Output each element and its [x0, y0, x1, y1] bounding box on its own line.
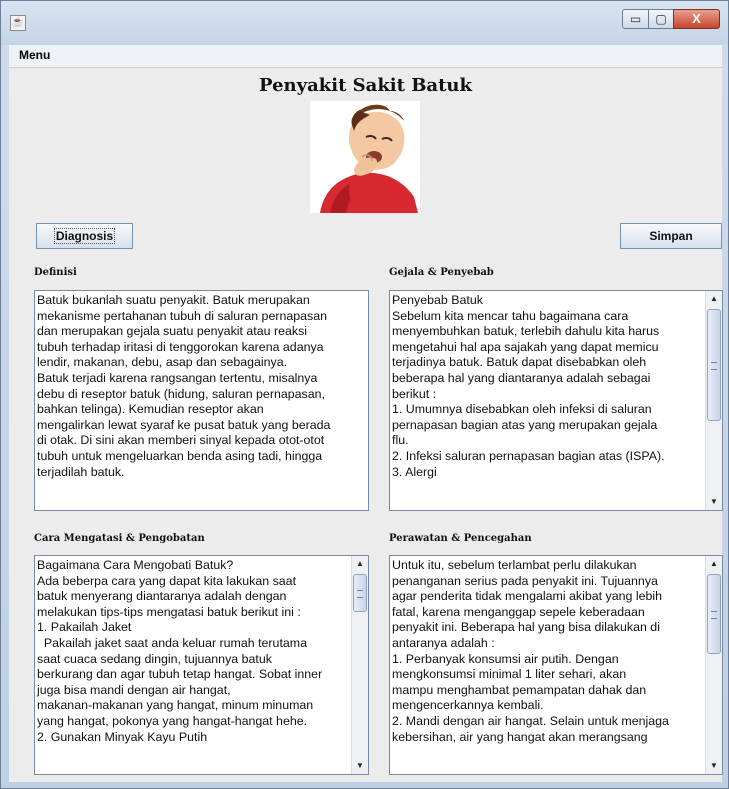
- gejala-penyebab-label: Gejala & Penyebab: [389, 267, 494, 278]
- cara-mengatasi-textarea[interactable]: Bagaimana Cara Mengobati Batuk? Ada bebe…: [34, 555, 369, 775]
- java-app-icon[interactable]: ☕: [10, 15, 26, 31]
- scroll-thumb[interactable]: [707, 574, 721, 654]
- cara-mengatasi-label: Cara Mengatasi & Pengobatan: [34, 533, 205, 544]
- gejala-scrollbar[interactable]: ▲ ▼: [705, 291, 722, 510]
- title-bar[interactable]: ☕ ▭ ▢ X: [1, 1, 728, 45]
- scroll-thumb[interactable]: [353, 574, 367, 612]
- scroll-down-icon[interactable]: ▼: [706, 758, 722, 774]
- cara-scrollbar[interactable]: ▲ ▼: [351, 556, 368, 774]
- close-icon: X: [692, 11, 701, 26]
- scroll-down-icon[interactable]: ▼: [706, 494, 722, 510]
- gejala-penyebab-text: Penyebab Batuk Sebelum kita mencar tahu …: [392, 293, 665, 479]
- main-panel: Penyakit Sakit Batuk Diagnosis Simpan De…: [9, 68, 723, 782]
- maximize-icon: ▢: [655, 12, 667, 26]
- maximize-button[interactable]: ▢: [648, 9, 674, 29]
- minimize-button[interactable]: ▭: [622, 9, 649, 29]
- gejala-penyebab-textarea[interactable]: Penyebab Batuk Sebelum kita mencar tahu …: [389, 290, 723, 511]
- scroll-down-icon[interactable]: ▼: [352, 758, 368, 774]
- perawatan-pencegahan-textarea[interactable]: Untuk itu, sebelum terlambat perlu dilak…: [389, 555, 723, 775]
- perawatan-pencegahan-text: Untuk itu, sebelum terlambat perlu dilak…: [392, 558, 669, 744]
- definisi-label: Definisi: [34, 267, 77, 278]
- scroll-thumb[interactable]: [707, 309, 721, 421]
- definisi-textarea[interactable]: Batuk bukanlah suatu penyakit. Batuk mer…: [34, 290, 369, 511]
- menu-bar: Menu: [9, 45, 722, 68]
- perawatan-scrollbar[interactable]: ▲ ▼: [705, 556, 722, 774]
- page-title: Penyakit Sakit Batuk: [259, 75, 472, 96]
- close-button[interactable]: X: [673, 9, 720, 29]
- diagnosis-button[interactable]: Diagnosis: [36, 223, 133, 249]
- scroll-up-icon[interactable]: ▲: [352, 556, 368, 572]
- menu-menu[interactable]: Menu: [19, 48, 50, 62]
- simpan-button[interactable]: Simpan: [620, 223, 722, 249]
- minimize-icon: ▭: [629, 12, 642, 26]
- cara-mengatasi-text: Bagaimana Cara Mengobati Batuk? Ada bebe…: [37, 558, 323, 744]
- coughing-person-image: [310, 101, 420, 213]
- scroll-up-icon[interactable]: ▲: [706, 291, 722, 307]
- definisi-text: Batuk bukanlah suatu penyakit. Batuk mer…: [37, 293, 331, 479]
- perawatan-pencegahan-label: Perawatan & Pencegahan: [389, 533, 532, 544]
- scroll-up-icon[interactable]: ▲: [706, 556, 722, 572]
- app-window: ☕ ▭ ▢ X Menu Penyakit Sakit Batuk Diagno…: [0, 0, 729, 789]
